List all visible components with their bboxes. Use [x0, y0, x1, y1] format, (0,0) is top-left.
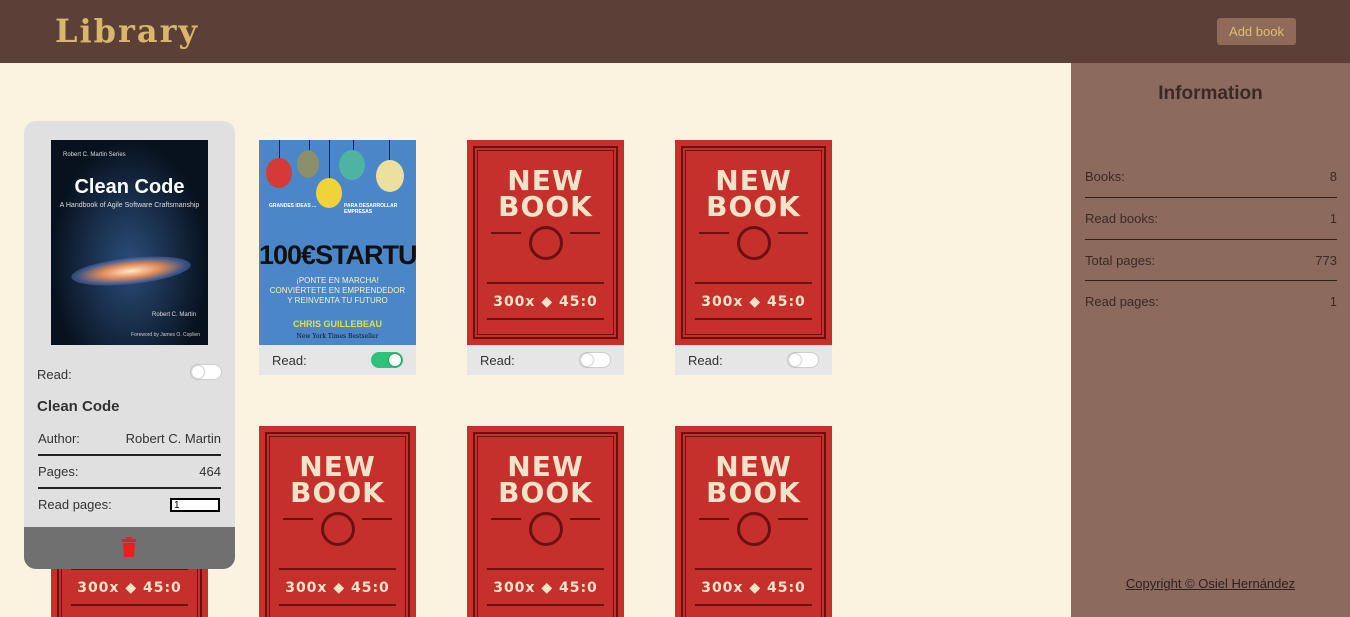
author-label: Author: — [38, 431, 80, 446]
galaxy-image — [69, 251, 193, 291]
cover-series: Robert C. Martin Series — [63, 152, 126, 158]
logo: Library — [55, 12, 200, 50]
stat-books: Books: 8 — [1085, 169, 1337, 191]
book-cover[interactable]: NEW BOOK 300x ◆ 45:0 — [675, 140, 832, 345]
cover-number: 300x ◆ 45:0 — [493, 580, 598, 596]
expanded-book-card[interactable]: Robert C. Martin Series Clean Code A Han… — [24, 121, 235, 569]
copyright-link[interactable]: Copyright © Osiel Hernández — [1071, 576, 1350, 591]
cover-title: 100€STARTUP — [259, 240, 416, 270]
cover-tagline: ¡PONTE EN MARCHA! — [296, 276, 379, 285]
book-cover[interactable]: NEW BOOK 300x ◆ 45:0 — [675, 426, 832, 617]
cover-book: BOOK — [706, 476, 801, 509]
cover-book: BOOK — [706, 190, 801, 223]
book-cover[interactable]: Robert C. Martin Series Clean Code A Han… — [51, 140, 208, 345]
stat-label: Read books: — [1085, 211, 1158, 226]
pages-value: 464 — [199, 464, 221, 479]
stat-read-books: Read books: 1 — [1085, 211, 1337, 233]
cover-number: 300x ◆ 45:0 — [285, 580, 390, 596]
cover-badge: New York Times Bestseller — [296, 333, 379, 340]
cover-number: 300x ◆ 45:0 — [77, 580, 182, 596]
stat-read-pages: Read pages: 1 — [1085, 294, 1337, 316]
read-label: Read: — [37, 367, 72, 382]
app-header: Library Add book — [0, 0, 1350, 63]
cover-book: BOOK — [290, 476, 385, 509]
read-toggle[interactable] — [190, 364, 222, 380]
read-pages-input[interactable] — [170, 498, 220, 512]
stat-label: Books: — [1085, 169, 1125, 184]
read-bar: Read: — [467, 345, 624, 375]
cover-title: Clean Code — [74, 176, 185, 198]
cover-subtitle: CONVIÉRTETE EN EMPRENDEDOR Y REINVENTA T… — [259, 286, 416, 306]
cover-foreword: Foreword by James O. Coplien — [131, 332, 200, 338]
book-cover[interactable]: NEW BOOK 300x ◆ 45:0 — [467, 140, 624, 345]
read-pages-label: Read pages: — [38, 497, 112, 512]
cover-number: 300x ◆ 45:0 — [701, 580, 806, 596]
book-cover[interactable]: NEW BOOK 300x ◆ 45:0 — [259, 426, 416, 617]
cover-small-right: PARA DESARROLLAR EMPRESAS — [344, 203, 398, 215]
read-toggle[interactable] — [371, 352, 403, 368]
info-sidebar: Information Books: 8 Read books: 1 Total… — [1071, 63, 1350, 617]
read-bar: Read: — [675, 345, 832, 375]
cover-book: BOOK — [498, 476, 593, 509]
read-toggle[interactable] — [787, 352, 819, 368]
read-label: Read: — [688, 353, 723, 368]
cover-author: Robert C. Martin — [151, 312, 196, 318]
cover-number: 300x ◆ 45:0 — [701, 294, 806, 310]
read-label: Read: — [272, 353, 307, 368]
read-toggle[interactable] — [579, 352, 611, 368]
cover-subtitle-2: Y REINVENTA TU FUTURO — [287, 296, 388, 305]
book-cover[interactable]: NEW BOOK 300x ◆ 45:0 — [467, 426, 624, 617]
stat-value: 8 — [1329, 169, 1337, 184]
cover-book: BOOK — [498, 190, 593, 223]
add-book-button[interactable]: Add book — [1217, 18, 1296, 45]
stat-value: 773 — [1315, 253, 1337, 268]
read-label: Read: — [480, 353, 515, 368]
author-value: Robert C. Martin — [125, 431, 221, 446]
info-title: Information — [1158, 83, 1263, 104]
book-title: Clean Code — [37, 398, 120, 415]
cover-number: 300x ◆ 45:0 — [493, 294, 598, 310]
cover-subtitle-1: CONVIÉRTETE EN EMPRENDEDOR — [269, 286, 406, 295]
trash-icon[interactable] — [121, 537, 137, 557]
read-bar: Read: — [259, 345, 416, 375]
stat-value: 1 — [1329, 294, 1337, 309]
pages-label: Pages: — [38, 464, 79, 479]
stat-label: Total pages: — [1085, 253, 1156, 268]
cover-subtitle: A Handbook of Agile Software Craftsmansh… — [59, 202, 200, 209]
book-cover[interactable]: GRANDES IDEAS ... PARA DESARROLLAR EMPRE… — [259, 140, 416, 345]
author-row: Author: Robert C. Martin — [38, 431, 221, 446]
stat-total-pages: Total pages: 773 — [1085, 253, 1337, 275]
stat-label: Read pages: — [1085, 294, 1159, 309]
card-footer — [24, 527, 235, 569]
cover-author: CHRIS GUILLEBEAU — [292, 319, 382, 329]
pages-row: Pages: 464 — [38, 464, 221, 479]
cover-small-left: GRANDES IDEAS ... — [269, 203, 317, 209]
stat-value: 1 — [1329, 211, 1337, 226]
